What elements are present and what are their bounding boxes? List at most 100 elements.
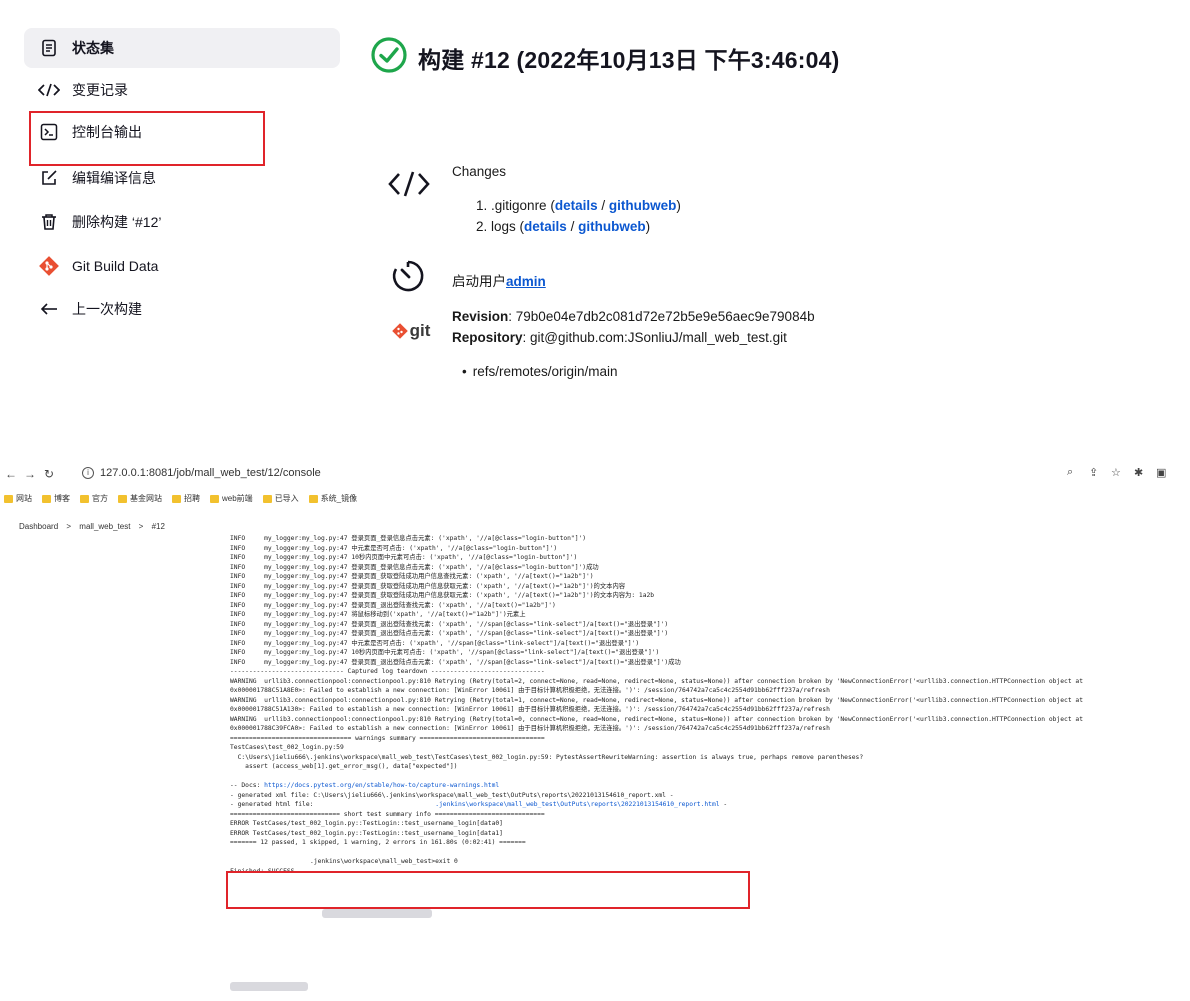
bookmark-label: 博客 (54, 494, 70, 503)
console-line-exit: .jenkins\workspace\mall_web_test>exit 0 (230, 857, 1180, 867)
share-icon[interactable]: ⇪ (1089, 466, 1098, 479)
bookmark-label: 官方 (92, 494, 108, 503)
bullet: • (462, 364, 467, 379)
console-line: INFO my_logger:my_log.py:47 登录页面_获取登陆成功用… (230, 592, 655, 599)
revision-label: Revision (452, 309, 509, 324)
back-icon[interactable]: ← (5, 467, 17, 481)
sidebar-item-label: 变更记录 (72, 82, 128, 98)
summary-lines: ============================= short test… (230, 810, 1180, 848)
bookmark-folder[interactable]: 网站 (4, 493, 32, 504)
console-line: 0x000001788C51A130>: Failed to establish… (230, 706, 830, 713)
extensions-icon[interactable]: ✱ (1134, 466, 1143, 479)
console-line: INFO my_logger:my_log.py:47 中元素是否可点击: ('… (230, 639, 640, 647)
bookmark-folder[interactable]: web前端 (210, 493, 253, 504)
bookmark-label: 系统_镜像 (320, 494, 358, 503)
sidebar-item-status[interactable]: 状态集 (24, 28, 340, 68)
console-line: ERROR TestCases/test_002_login.py::TestL… (230, 829, 503, 837)
success-check-icon (370, 36, 408, 79)
reload-icon[interactable]: ↻ (44, 467, 54, 481)
change-file: logs (491, 219, 516, 234)
sidebar-item-edit-build-info[interactable]: 编辑编译信息 (24, 158, 340, 198)
document-icon (37, 36, 61, 60)
folder-icon (172, 494, 181, 503)
browser-window: ← → ↻ i 127.0.0.1:8081/job/mall_web_test… (0, 462, 1190, 1001)
sidebar-item-git-build-data[interactable]: Git Build Data (24, 246, 340, 286)
exit-text: .jenkins\workspace\mall_web_test>exit 0 (310, 858, 458, 865)
bookmark-folder[interactable]: 官方 (80, 493, 108, 504)
code-icon (37, 78, 61, 102)
bookmark-label: 网站 (16, 494, 32, 503)
console-line: INFO my_logger:my_log.py:47 登录页面_退出登陆查找元… (230, 620, 669, 628)
build-page: 状态集 变更记录 控制台输出 编辑编译信息 删除构建 ‘#12’ Git Bui… (0, 0, 1190, 450)
console-output: INFO my_logger:my_log.py:47 登录页面_登录信息点击元… (230, 534, 1180, 876)
info-icon[interactable]: i (82, 467, 94, 479)
bookmark-label: 基金网站 (130, 494, 162, 503)
githubweb-link[interactable]: githubweb (609, 198, 677, 213)
sidebar-item-label: 删除构建 ‘#12’ (72, 214, 162, 230)
sidebar-item-previous-build[interactable]: 上一次构建 (24, 289, 340, 329)
console-line: C:\Users\jieliu666\.jenkins\workspace\ma… (230, 753, 864, 761)
git-logo-text: git (409, 321, 431, 340)
console-lines: INFO my_logger:my_log.py:47 登录页面_登录信息点击元… (230, 534, 1180, 781)
bookmark-folder[interactable]: 已导入 (262, 493, 299, 504)
change-number: 2. (476, 219, 488, 234)
toolbar: ← → ↻ i 127.0.0.1:8081/job/mall_web_test… (0, 462, 1190, 488)
arrow-left-icon (37, 297, 61, 321)
sidebar-item-delete-build[interactable]: 删除构建 ‘#12’ (24, 202, 340, 242)
sidebar-item-changes[interactable]: 变更记录 (24, 70, 340, 110)
console-line-docs: -- Docs: https://docs.pytest.org/en/stab… (230, 781, 1180, 791)
console-line: INFO my_logger:my_log.py:47 登录页面_获取登陆成功用… (230, 582, 626, 590)
console-line: ERROR TestCases/test_002_login.py::TestL… (230, 820, 503, 827)
console-line-html: - generated html file: .jenkins\workspac… (230, 800, 1180, 810)
change-item: 1. .gitigonre (details / githubweb) (476, 198, 681, 213)
star-icon[interactable]: ☆ (1111, 466, 1121, 479)
console-line: INFO my_logger:my_log.py:47 中元素是否可点击: ('… (230, 544, 558, 552)
sidebar-item-label: 状态集 (72, 40, 114, 56)
started-by: 启动用户admin (452, 270, 546, 290)
console-line: ------------------------------ Captured … (230, 668, 545, 675)
breadcrumb-dashboard[interactable]: Dashboard (19, 522, 58, 531)
docs-link[interactable]: https://docs.pytest.org/en/stable/how-to… (264, 782, 499, 789)
sidepanel-icon[interactable]: ▣ (1156, 466, 1166, 479)
bookmark-label: 已导入 (274, 494, 299, 503)
breadcrumb-build[interactable]: #12 (152, 522, 165, 531)
folder-icon (210, 494, 219, 503)
address-bar[interactable]: i 127.0.0.1:8081/job/mall_web_test/12/co… (82, 467, 321, 479)
console-line: ================================ warning… (230, 734, 545, 742)
separator: / (601, 198, 606, 213)
bookmark-folder[interactable]: 基金网站 (118, 493, 162, 504)
console-line: ======= 12 passed, 1 skipped, 1 warning,… (230, 839, 526, 846)
console-line: INFO my_logger:my_log.py:47 登录页面_退出登陆点击元… (230, 630, 669, 637)
console-line: 0x000001788C39FCA0>: Failed to establish… (230, 725, 830, 732)
bookmark-folder[interactable]: 博客 (42, 493, 70, 504)
folder-icon (118, 494, 127, 503)
sidebar-item-label: 编辑编译信息 (72, 170, 156, 186)
build-title: 构建 #12 (2022年10月13日 下午3:46:04) (418, 46, 840, 73)
details-link[interactable]: details (555, 198, 598, 213)
bookmark-folder[interactable]: 系统_镜像 (308, 493, 358, 504)
user-link-admin[interactable]: admin (506, 274, 546, 289)
details-link[interactable]: details (524, 219, 567, 234)
edit-icon (37, 166, 61, 190)
branch-item: • refs/remotes/origin/main (462, 364, 618, 379)
revision-value: : 79b0e04e7db2c081d72e72b5e9e56aec9e7908… (508, 309, 815, 324)
breadcrumb-separator: > (138, 522, 144, 531)
separator: / (570, 219, 575, 234)
console-line: INFO my_logger:my_log.py:47 10秒内页面中元素可点击… (230, 554, 578, 561)
reports-highlight-box (226, 871, 750, 909)
html-report-link[interactable]: .jenkins\workspace\mall_web_test\OutPuts… (435, 801, 719, 808)
console-line: ============================= short test… (230, 810, 545, 818)
forward-icon[interactable]: → (24, 467, 36, 481)
folder-icon (308, 494, 318, 503)
console-line-xml: - generated xml file: C:\Users\jieliu666… (230, 791, 674, 799)
folder-icon (42, 494, 51, 503)
console-line: INFO my_logger:my_log.py:47 10秒内页面中元素可点击… (230, 649, 660, 656)
bookmark-folder[interactable]: 招聘 (172, 493, 200, 504)
breadcrumb-job[interactable]: mall_web_test (79, 522, 130, 531)
githubweb-link[interactable]: githubweb (578, 219, 646, 234)
page-title: 构建 #12 (2022年10月13日 下午3:46:04) (370, 36, 839, 79)
git-icon (391, 323, 408, 339)
zoom-icon[interactable]: ⌕ (1067, 466, 1073, 479)
